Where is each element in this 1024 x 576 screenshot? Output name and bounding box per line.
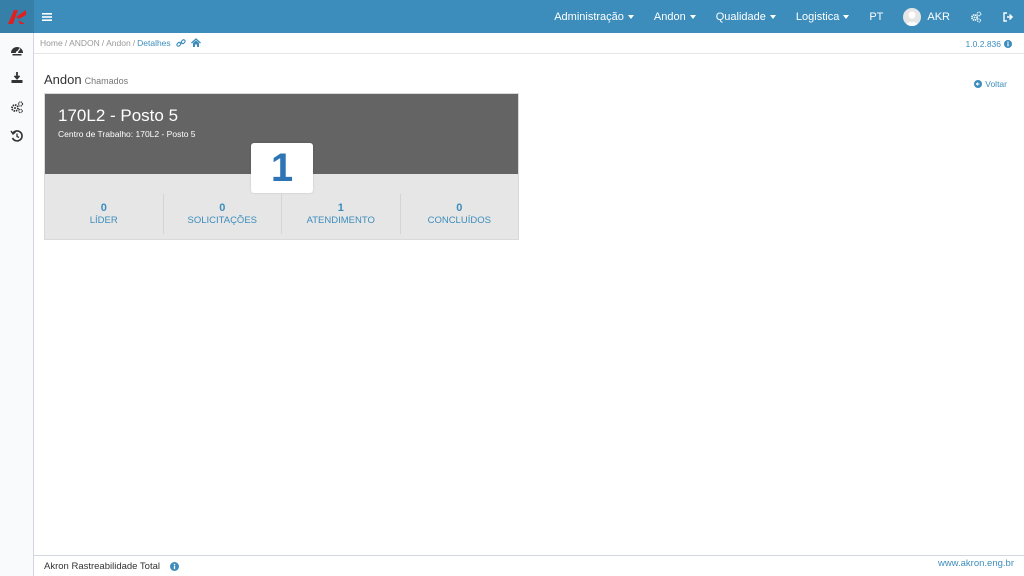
caret-down-icon [769,14,776,19]
stat-value: 0 [456,202,463,214]
caret-down-icon [843,14,850,19]
page-title: Andon Chamados [44,72,128,87]
sidebar [0,33,34,576]
breadcrumb-separator: / [132,38,136,48]
breadcrumb-andon-module[interactable]: ANDON [69,38,100,48]
stat-solicitacoes[interactable]: 0 SOLICITAÇÕES [164,194,282,234]
station-stats: 0 LÍDER 0 SOLICITAÇÕES 1 ATENDIMENTO 0 C… [45,194,518,234]
breadcrumb-andon[interactable]: Andon [106,38,131,48]
user-name: AKR [927,10,950,23]
download-icon[interactable] [10,71,24,85]
breadcrumb-bar: Home / ANDON / Andon / Detalhes 1.0.2.836 [34,33,1024,54]
language-selector[interactable]: PT [859,0,893,33]
nav-label: Andon [653,10,686,23]
nav-label: Logistica [795,10,840,23]
akron-logo-icon [8,9,26,24]
version-label: 1.0.2.836 [965,39,1001,49]
logout-button[interactable] [992,0,1024,33]
menu-toggle-icon[interactable] [42,9,56,23]
nav-label: Administração [554,10,624,23]
dashboard-icon[interactable] [10,43,24,57]
stat-lider[interactable]: 0 LÍDER [45,194,164,234]
navbar-right: Administração Andon Qualidade Logistica … [544,0,1024,33]
breadcrumb: Home / ANDON / Andon / Detalhes [40,38,201,48]
station-subtitle: Centro de Trabalho: 170L2 - Posto 5 [58,129,196,139]
caret-down-icon [689,14,696,19]
station-title: 170L2 - Posto 5 [58,106,179,125]
stat-label: LÍDER [89,215,118,226]
logo[interactable] [0,0,34,33]
stat-value: 1 [337,202,344,214]
user-menu[interactable]: AKR [893,0,960,33]
breadcrumb-current: Detalhes [137,38,171,48]
language-label: PT [869,10,884,23]
breadcrumb-home[interactable]: Home [40,38,63,48]
back-label: Voltar [985,79,1007,89]
stat-value: 0 [219,202,226,214]
page-title-text: Andon [44,72,82,87]
stat-label: ATENDIMENTO [306,215,375,226]
version-info: 1.0.2.836 [966,39,1012,49]
call-count-badge: 1 [251,143,313,193]
settings-button[interactable] [960,0,992,33]
avatar [903,7,922,26]
stat-atendimento[interactable]: 1 ATENDIMENTO [282,194,401,234]
stat-label: SOLICITAÇÕES [187,215,257,226]
info-icon[interactable] [1004,40,1012,48]
stat-label: CONCLUÍDOS [427,215,491,226]
nav-andon[interactable]: Andon [644,0,706,33]
page-subtitle: Chamados [84,76,129,86]
link-icon[interactable] [176,38,186,48]
caret-down-icon [627,14,634,19]
nav-label: Qualidade [715,10,766,23]
cogs-icon [971,11,982,23]
nav-qualidade[interactable]: Qualidade [706,0,786,33]
arrow-circle-left-icon [974,80,983,88]
sign-out-icon [1003,11,1014,22]
stat-concluidos[interactable]: 0 CONCLUÍDOS [401,194,519,234]
footer-website-link[interactable]: www.akron.eng.br [938,558,1014,569]
breadcrumb-separator: / [64,38,68,48]
history-icon[interactable] [10,129,24,143]
footer-left: Akron Rastreabilidade Total [44,561,180,572]
back-button[interactable]: Voltar [974,79,1007,89]
footer: Akron Rastreabilidade Total www.akron.en… [34,555,1024,576]
cogs-icon[interactable] [10,100,24,114]
footer-product-name: Akron Rastreabilidade Total [44,561,161,572]
top-navbar: Administração Andon Qualidade Logistica … [0,0,1024,33]
home-icon[interactable] [190,38,201,48]
station-card: 170L2 - Posto 5 Centro de Trabalho: 170L… [44,93,519,240]
breadcrumb-separator: / [101,38,105,48]
stat-value: 0 [100,202,107,214]
info-icon[interactable] [170,562,180,571]
nav-logistica[interactable]: Logistica [786,0,859,33]
user-avatar-icon [905,11,919,26]
nav-administracao[interactable]: Administração [544,0,644,33]
